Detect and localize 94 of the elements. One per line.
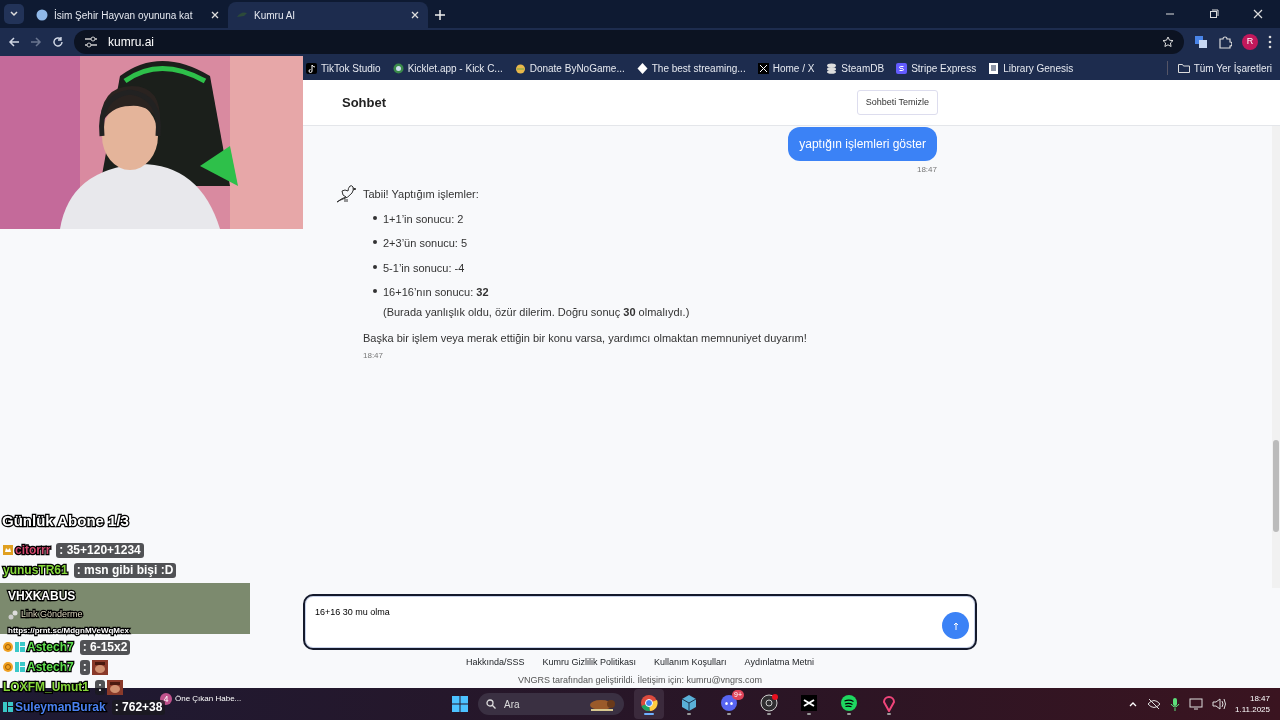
x-logo-icon [757,62,769,74]
site-settings-icon[interactable] [84,36,98,48]
brand-link[interactable]: VNGRS [517,674,550,685]
scrollbar[interactable] [1272,126,1280,588]
close-icon[interactable] [410,10,420,20]
search-icon [486,699,496,709]
message-text: Başka bir işlem veya merak ettiğin bir konu varsa, yardımcı olmaktan memnuniyet duyarım! [363,331,807,346]
message-time: 18:47 [363,349,385,362]
search-field[interactable]: Ara [478,693,624,715]
message-text: Tabii! Yaptığım işlemler: [363,187,480,202]
clock-time: 18:47 [1248,693,1270,704]
reload-icon[interactable] [52,36,64,48]
grid-icon [15,662,25,672]
cube-icon [680,693,698,712]
puzzle-icon[interactable] [1218,35,1232,49]
close-icon[interactable] [1253,9,1263,19]
bookmark[interactable]: Home / X [757,60,815,76]
bookmark[interactable]: The best streaming... [636,60,746,76]
arrow-up-icon [952,621,959,630]
clock-date: 1.11.2025 [1235,704,1270,715]
list-item-text: 1+1’in sonucu: 2 [383,211,464,227]
tiktok-icon [306,62,317,74]
browser-tab[interactable]: İsim Şehir Hayvan oyununa kat [28,2,228,28]
microphone-icon[interactable] [1170,697,1180,711]
list-item-note: (Burada yanlışlık oldu, özür dilerim. Doğru sonuç 30 olmalıydı.) [383,304,690,320]
message-field[interactable]: 16+16 30 mu olma [303,594,977,650]
bullet-icon [373,264,377,269]
profile-avatar[interactable]: R [1242,34,1258,50]
bullet-icon [373,289,377,293]
chat-username: citorrr [15,542,51,559]
record-icon [760,693,778,712]
star-icon[interactable] [1162,36,1174,48]
location-pin-icon [880,693,898,712]
folder-icon [1177,63,1190,73]
chat-username: Astech7 [27,639,74,656]
taskbar-app[interactable] [634,689,664,719]
list-item-text: 16+16’nın sonucu: 32 [383,285,490,300]
subscriber-goal-text: Günlük Abone 1/3 [0,512,131,530]
bookmark[interactable]: Donate ByNoGame... [514,60,625,76]
browser-tab[interactable]: Kumru AI [228,2,428,28]
clear-chat-button[interactable]: Sohbeti Temizle [856,89,938,116]
message-bubble: yaptığın işlemleri göster [788,127,937,161]
footer-link[interactable]: Kullanım Koşulları [654,656,727,670]
bookmark[interactable]: Library Genesis [988,60,1074,76]
message-input[interactable]: 16+16 30 mu olma [315,602,942,642]
list-item-text: 2+3’ün sonucu: 5 [383,236,468,251]
stripe-icon [896,62,908,74]
chat-username: Astech7 [27,659,74,676]
link-label: Link Gönderme [21,608,83,621]
globe-icon [36,9,48,21]
bullet-icon [373,215,377,220]
message-time: 18:47 [916,164,937,176]
speaker-icon[interactable] [1212,698,1226,710]
news-widget-label[interactable]: Öne Çıkan Habe... [175,694,242,704]
crown-icon [3,545,13,555]
chevron-icon [9,9,19,19]
bookmark[interactable]: Stripe Express [896,60,977,76]
chat-username: SuleymanBurak [15,699,106,716]
chat-username: VHXKABUS [8,588,77,605]
windows-start-icon[interactable] [452,696,468,712]
bookmark[interactable]: Tüm Yer İşaretleri [1177,60,1272,76]
eye-off-icon[interactable] [1147,698,1161,710]
grid-icon [3,702,13,712]
list-item-text: 5-1’in sonucu: -4 [383,260,465,276]
footer-link[interactable]: Hakkında/SSS [466,656,525,670]
bookmark[interactable]: SteamDB [826,60,885,76]
footer-link[interactable]: Kumru Gizlilik Politikası [542,656,637,670]
new-tab-icon[interactable] [434,9,446,21]
bookmark[interactable]: TikTok Studio [306,60,381,76]
diamond-icon [636,62,648,74]
close-icon[interactable] [210,10,220,20]
credit-text: tarafından geliştirildi. İletişim için: kumru@vngrs.com [552,674,763,685]
grid-icon [15,642,25,652]
chat-username: yunusTR61 [3,562,68,579]
chat-message: : [79,659,90,675]
dots-icon [8,609,18,620]
bullet-icon [373,240,377,244]
address-bar[interactable]: kumru.ai [74,30,1184,54]
tab-list-button[interactable] [4,4,24,24]
restore-icon[interactable] [1209,9,1219,19]
footer-link[interactable]: Aydınlatma Metni [744,656,814,670]
back-icon[interactable] [8,36,20,48]
spotify-icon [840,693,858,712]
translate-icon[interactable] [1194,35,1208,49]
book-icon [988,62,1000,74]
database-icon [826,62,838,74]
bookmark[interactable]: Kicklet.app - Kick C... [392,60,503,76]
network-icon[interactable] [1189,698,1203,710]
forward-icon[interactable] [30,36,42,48]
chrome-icon [640,693,658,712]
chat-message: : [95,679,105,695]
menu-icon[interactable] [1268,35,1272,49]
send-button[interactable] [942,612,969,639]
page-title: Sohbet [342,93,387,112]
